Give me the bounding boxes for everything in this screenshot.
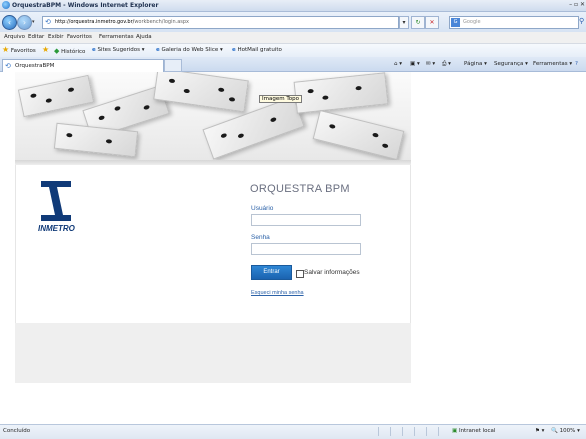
username-label: Usuário bbox=[251, 205, 274, 212]
username-input[interactable] bbox=[251, 214, 361, 226]
command-security[interactable]: Segurança ▾ bbox=[494, 61, 528, 67]
tab-orquestrabpm[interactable]: ⟲ OrquestraBPM bbox=[2, 59, 164, 72]
history-icon: ◆ bbox=[54, 47, 60, 55]
favorites-label: Favoritos bbox=[10, 48, 36, 54]
logo-emblem bbox=[49, 187, 63, 215]
ie-page-icon: e bbox=[232, 47, 236, 53]
menu-ferramentas[interactable]: Ferramentas bbox=[99, 34, 134, 40]
add-favorite-icon[interactable]: ★ bbox=[42, 45, 49, 54]
page-footer bbox=[15, 323, 411, 383]
feeds-icon[interactable]: ▣ ▾ bbox=[410, 61, 420, 67]
zone-label: Intranet local bbox=[458, 428, 496, 434]
forgot-password-link[interactable]: Esqueci minha senha bbox=[251, 290, 304, 296]
address-url[interactable]: http://orquestra.inmetro.gov.br/workbenc… bbox=[55, 19, 189, 25]
menu-exibir[interactable]: Exibir bbox=[48, 34, 64, 40]
ie-page-icon: e bbox=[156, 47, 160, 53]
zoom-control[interactable]: 🔍 100% ▾ bbox=[551, 428, 580, 434]
protected-mode-icon[interactable]: ⚑ ▾ bbox=[535, 428, 544, 434]
window-title-bar: OrquestraBPM - Windows Internet Explorer… bbox=[0, 0, 586, 12]
search-provider-icon: G bbox=[451, 18, 460, 27]
print-icon[interactable]: ⎙ ▾ bbox=[442, 61, 451, 68]
favorite-web-slice-label: Galeria do Web Slice ▾ bbox=[161, 47, 223, 53]
home-icon[interactable]: ⌂ ▾ bbox=[394, 61, 402, 67]
url-host: http://orquestra.inmetro.gov.br/ bbox=[55, 19, 135, 25]
menu-ajuda[interactable]: Ajuda bbox=[136, 34, 152, 40]
tab-label: OrquestraBPM bbox=[15, 63, 55, 69]
banner-alt-tooltip: Imagem Topo bbox=[259, 95, 302, 103]
password-label: Senha bbox=[251, 234, 270, 241]
refresh-button[interactable]: ↻ bbox=[411, 16, 425, 29]
favorite-historico-label: Histórico bbox=[61, 49, 86, 55]
status-bar: Concluído ▣ Intranet local ⚑ ▾ 🔍 100% ▾ bbox=[0, 424, 586, 439]
favorite-hotmail-label: HotMail gratuito bbox=[237, 47, 282, 53]
favorite-hotmail[interactable]: e HotMail gratuito bbox=[232, 47, 282, 53]
favorites-button[interactable]: ★ Favoritos bbox=[2, 45, 36, 54]
address-bar[interactable]: ⟲ http://orquestra.inmetro.gov.br/workbe… bbox=[42, 16, 399, 29]
address-toolbar: ‹ › ▾ ⟲ http://orquestra.inmetro.gov.br/… bbox=[0, 12, 586, 32]
favorite-web-slice[interactable]: e Galeria do Web Slice ▾ bbox=[156, 47, 223, 53]
banner-image bbox=[15, 72, 411, 165]
zone-icon: ▣ bbox=[452, 428, 458, 434]
forward-button[interactable]: › bbox=[17, 15, 32, 30]
help-icon[interactable]: ? bbox=[575, 61, 578, 67]
favorite-historico[interactable]: ◆ Histórico bbox=[54, 47, 85, 55]
mail-icon[interactable]: ✉ ▾ bbox=[426, 61, 435, 67]
menu-favoritos[interactable]: Favoritos bbox=[67, 34, 92, 40]
search-icon[interactable]: ⚲ bbox=[579, 17, 584, 25]
remember-label[interactable]: Salvar informações bbox=[304, 269, 360, 276]
logo-text: INMETRO bbox=[38, 224, 75, 233]
address-dropdown-button[interactable]: ▾ bbox=[399, 16, 409, 29]
tab-bar: ⟲ OrquestraBPM ⌂ ▾ ▣ ▾ ✉ ▾ ⎙ ▾ Página ▾ … bbox=[0, 57, 586, 72]
menu-bar: Arquivo Editar Exibir Favoritos Ferramen… bbox=[0, 32, 586, 44]
favorite-sites-sugeridos[interactable]: e Sites Sugeridos ▾ bbox=[92, 47, 145, 53]
zoom-label: 100% bbox=[559, 428, 576, 434]
status-text: Concluído bbox=[3, 428, 31, 434]
remember-checkbox[interactable] bbox=[296, 270, 304, 278]
ie-icon bbox=[2, 1, 10, 9]
password-input[interactable] bbox=[251, 243, 361, 255]
search-placeholder: Google bbox=[463, 19, 481, 25]
app-title: ORQUESTRA BPM bbox=[250, 183, 350, 195]
security-zone: ▣ Intranet local bbox=[452, 428, 495, 434]
search-box[interactable]: G Google bbox=[449, 16, 579, 29]
window-title: OrquestraBPM - Windows Internet Explorer bbox=[12, 2, 159, 9]
new-tab-button[interactable] bbox=[164, 59, 182, 72]
back-button[interactable]: ‹ bbox=[2, 15, 17, 30]
page-favicon-icon: ⟲ bbox=[45, 18, 51, 26]
command-page[interactable]: Página ▾ bbox=[464, 61, 487, 67]
window-controls[interactable]: – ▫ ✕ bbox=[569, 1, 585, 8]
favorites-bar: ★ Favoritos ★ ◆ Histórico e Sites Sugeri… bbox=[0, 44, 586, 57]
menu-editar[interactable]: Editar bbox=[28, 34, 44, 40]
history-dropdown-icon[interactable]: ▾ bbox=[32, 19, 35, 25]
ie-page-icon: e bbox=[92, 47, 96, 53]
page-favicon-icon: ⟲ bbox=[5, 62, 11, 70]
stop-button[interactable]: ✕ bbox=[425, 16, 439, 29]
url-path: workbench/login.aspx bbox=[134, 19, 190, 25]
favorite-sites-label: Sites Sugeridos ▾ bbox=[97, 47, 145, 53]
login-button[interactable]: Entrar bbox=[251, 265, 292, 280]
command-tools[interactable]: Ferramentas ▾ bbox=[533, 61, 572, 67]
star-icon: ★ bbox=[2, 45, 10, 54]
menu-arquivo[interactable]: Arquivo bbox=[4, 34, 25, 40]
